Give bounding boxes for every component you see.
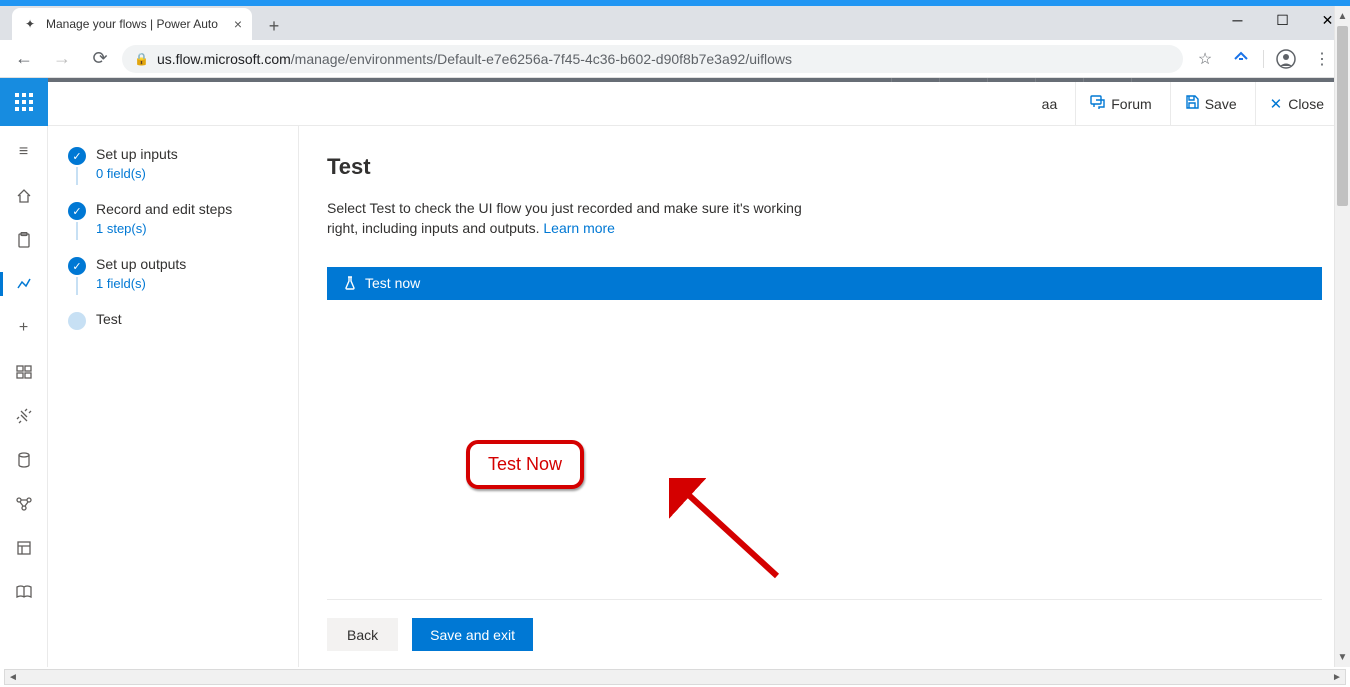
rail-solutions-icon[interactable] [0, 526, 48, 570]
text-size-button[interactable]: aa [1028, 82, 1072, 126]
flask-icon [343, 276, 357, 290]
scroll-left-icon[interactable]: ◄ [5, 670, 21, 684]
check-icon: ✓ [68, 202, 86, 220]
check-icon: ✓ [68, 257, 86, 275]
wizard-step-inputs[interactable]: ✓ Set up inputs 0 field(s) [68, 146, 284, 191]
step-title: Test [96, 311, 122, 327]
wizard-steps: ✓ Set up inputs 0 field(s) ✓ Record and … [48, 126, 299, 667]
window-controls: ─ ☐ ✕ [1215, 6, 1350, 34]
horizontal-scrollbar[interactable]: ◄ ► [4, 669, 1346, 685]
nav-reload-button[interactable]: ⟳ [84, 43, 116, 75]
current-step-icon [68, 312, 86, 330]
url-input[interactable]: 🔒 us.flow.microsoft.com/manage/environme… [122, 45, 1183, 73]
extension-icon[interactable] [1225, 43, 1257, 75]
test-now-button[interactable]: Test now [327, 267, 1322, 300]
rail-home-icon[interactable] [0, 174, 48, 218]
window-minimize-button[interactable]: ─ [1215, 6, 1260, 34]
chat-icon [1090, 95, 1105, 113]
tab-title: Manage your flows | Power Auto [46, 17, 226, 31]
main-content: aa Forum Save ✕ Close [299, 126, 1350, 667]
nav-back-button[interactable]: ← [8, 43, 40, 75]
step-title: Record and edit steps [96, 201, 232, 217]
step-subtitle: 0 field(s) [96, 166, 178, 181]
scroll-track[interactable] [21, 670, 1329, 684]
new-tab-button[interactable]: + [260, 12, 288, 40]
rail-connectors-icon[interactable] [0, 394, 48, 438]
rail-uiflows-icon[interactable] [0, 262, 48, 306]
command-bar: aa Forum Save ✕ Close [48, 82, 1350, 126]
tab-favicon-icon: ✦ [22, 16, 38, 32]
profile-icon[interactable] [1270, 43, 1302, 75]
wizard-step-test[interactable]: Test [68, 311, 284, 330]
browser-address-bar: ← → ⟳ 🔒 us.flow.microsoft.com/manage/env… [0, 40, 1350, 78]
page-description: Select Test to check the UI flow you jus… [327, 198, 807, 239]
wizard-footer: Back Save and exit [327, 599, 1322, 651]
annotation-label: Test Now [466, 440, 584, 489]
scroll-down-icon[interactable]: ▼ [1335, 649, 1350, 665]
scroll-right-icon[interactable]: ► [1329, 670, 1345, 684]
nav-forward-button[interactable]: → [46, 43, 78, 75]
check-icon: ✓ [68, 147, 86, 165]
step-subtitle: 1 step(s) [96, 221, 232, 236]
browser-tab[interactable]: ✦ Manage your flows | Power Auto × [12, 8, 252, 40]
save-and-exit-button[interactable]: Save and exit [412, 618, 533, 651]
annotation-arrow-icon [669, 478, 789, 588]
learn-more-link[interactable]: Learn more [543, 220, 615, 236]
tab-close-icon[interactable]: × [234, 16, 242, 32]
rail-data-icon[interactable] [0, 438, 48, 482]
wizard-step-record[interactable]: ✓ Record and edit steps 1 step(s) [68, 201, 284, 246]
scroll-up-icon[interactable]: ▲ [1335, 8, 1350, 24]
nav-rail: ≡ + [0, 126, 48, 667]
page-heading: Test [327, 154, 1322, 180]
save-icon [1185, 95, 1199, 113]
step-title: Set up outputs [96, 256, 186, 272]
close-icon: ✕ [1270, 95, 1283, 113]
step-subtitle: 1 field(s) [96, 276, 186, 291]
rail-add-icon[interactable]: + [0, 306, 48, 350]
bookmark-star-icon[interactable]: ☆ [1189, 43, 1221, 75]
app-launcher-button[interactable] [0, 78, 48, 126]
rail-ai-icon[interactable] [0, 482, 48, 526]
rail-templates-icon[interactable] [0, 350, 48, 394]
lock-icon: 🔒 [134, 52, 149, 66]
url-text: us.flow.microsoft.com/manage/environment… [157, 51, 792, 67]
vertical-scrollbar[interactable]: ▲ ▼ [1334, 6, 1350, 667]
separator [1263, 50, 1264, 68]
save-button[interactable]: Save [1170, 82, 1251, 126]
window-maximize-button[interactable]: ☐ [1260, 6, 1305, 34]
close-button[interactable]: ✕ Close [1255, 82, 1338, 126]
waffle-icon [15, 93, 33, 111]
rail-learn-icon[interactable] [0, 570, 48, 614]
browser-tab-strip: ✦ Manage your flows | Power Auto × + [0, 6, 1350, 40]
scroll-thumb[interactable] [1337, 26, 1348, 206]
step-title: Set up inputs [96, 146, 178, 162]
back-button[interactable]: Back [327, 618, 398, 651]
wizard-step-outputs[interactable]: ✓ Set up outputs 1 field(s) [68, 256, 284, 301]
rail-clipboard-icon[interactable] [0, 218, 48, 262]
rail-hamburger-icon[interactable]: ≡ [0, 130, 48, 174]
forum-button[interactable]: Forum [1075, 82, 1165, 126]
